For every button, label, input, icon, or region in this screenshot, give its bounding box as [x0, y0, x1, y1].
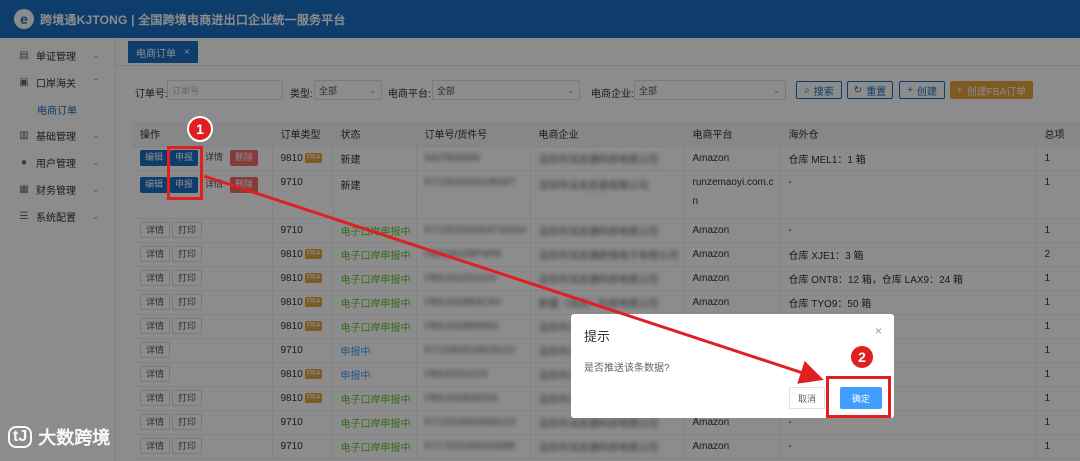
watermark-text: 大数跨境 — [38, 428, 111, 448]
arrow-annotation — [203, 174, 824, 384]
watermark-logo: tJ — [8, 426, 33, 448]
arrow-line — [203, 174, 824, 384]
watermark: tJ 大数跨境 — [8, 424, 110, 450]
